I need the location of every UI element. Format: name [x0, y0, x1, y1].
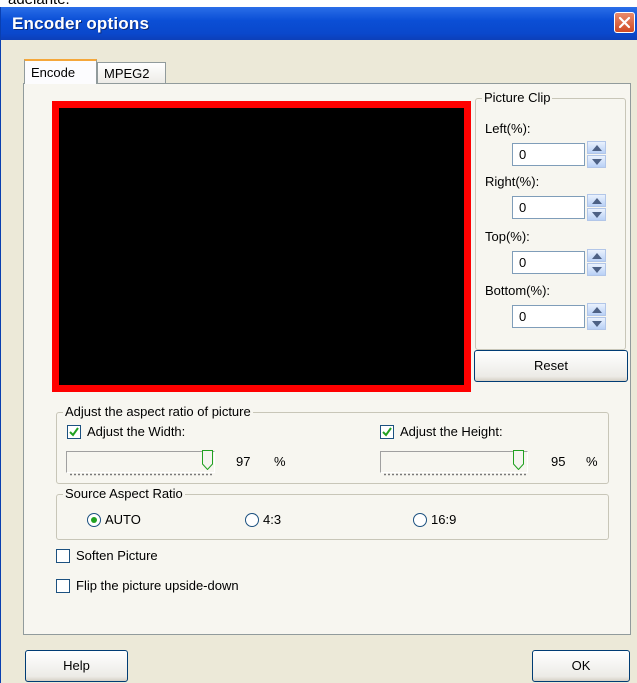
top-clip-label: Top(%): [485, 229, 530, 244]
arrow-down-icon [592, 321, 602, 327]
checkmark-icon [382, 427, 392, 437]
checkmark-icon [69, 427, 79, 437]
width-slider-ticks [69, 473, 213, 476]
arrow-down-icon [592, 267, 602, 273]
height-slider[interactable] [380, 451, 528, 473]
left-clip-down-button[interactable] [587, 155, 606, 168]
height-value: 95 [551, 454, 566, 469]
width-slider[interactable] [66, 451, 215, 473]
radio-16-9-label: 16:9 [431, 512, 457, 527]
title-bar[interactable]: Encoder options [1, 7, 637, 40]
right-clip-down-button[interactable] [587, 208, 606, 221]
arrow-down-icon [592, 159, 602, 165]
width-slider-thumb[interactable] [202, 450, 213, 470]
height-slider-thumb[interactable] [513, 450, 524, 470]
arrow-up-icon [592, 198, 602, 204]
right-clip-label: Right(%): [485, 174, 540, 189]
arrow-down-icon [592, 212, 602, 218]
left-clip-input[interactable]: 0 [512, 143, 585, 166]
width-unit: % [274, 454, 286, 469]
bottom-clip-input[interactable]: 0 [512, 305, 585, 328]
soften-picture-checkbox[interactable] [56, 549, 70, 563]
adjust-height-checkbox[interactable] [380, 425, 394, 439]
bottom-clip-down-button[interactable] [587, 317, 606, 330]
height-slider-ticks [383, 473, 527, 476]
tab-mpeg2[interactable]: MPEG2 [97, 62, 166, 84]
radio-auto[interactable] [87, 513, 101, 527]
left-clip-up-button[interactable] [587, 141, 606, 154]
arrow-up-icon [592, 253, 602, 259]
reset-button[interactable]: Reset [474, 350, 628, 382]
aspect-ratio-group-label: Adjust the aspect ratio of picture [63, 404, 253, 419]
bottom-clip-label: Bottom(%): [485, 283, 551, 298]
radio-16-9[interactable] [413, 513, 427, 527]
bottom-clip-up-button[interactable] [587, 303, 606, 316]
flip-picture-label: Flip the picture upside-down [76, 578, 239, 593]
radio-auto-label: AUTO [105, 512, 141, 527]
arrow-up-icon [592, 307, 602, 313]
help-button[interactable]: Help [25, 650, 128, 682]
right-clip-up-button[interactable] [587, 194, 606, 207]
top-clip-up-button[interactable] [587, 249, 606, 262]
adjust-width-checkbox[interactable] [67, 425, 81, 439]
close-icon [618, 16, 631, 29]
adjust-height-label: Adjust the Height: [400, 424, 503, 439]
window-title: Encoder options [12, 14, 150, 33]
bottom-clip-spinner[interactable] [587, 303, 606, 330]
radio-4-3[interactable] [245, 513, 259, 527]
top-clip-input[interactable]: 0 [512, 251, 585, 274]
radio-4-3-label: 4:3 [263, 512, 282, 527]
adjust-width-label: Adjust the Width: [87, 424, 186, 439]
height-unit: % [586, 454, 598, 469]
left-clip-spinner[interactable] [587, 141, 606, 168]
flip-picture-checkbox[interactable] [56, 579, 70, 593]
source-aspect-group-label: Source Aspect Ratio [63, 486, 185, 501]
soften-picture-label: Soften Picture [76, 548, 158, 563]
right-clip-spinner[interactable] [587, 194, 606, 221]
tab-encode[interactable]: Encode [24, 59, 97, 84]
left-clip-label: Left(%): [485, 121, 531, 136]
encoder-options-dialog: Encoder options Encode MPEG2 Picture Cli… [0, 7, 637, 683]
right-clip-input[interactable]: 0 [512, 196, 585, 219]
top-clip-spinner[interactable] [587, 249, 606, 276]
width-value: 97 [236, 454, 251, 469]
top-clip-down-button[interactable] [587, 263, 606, 276]
video-preview [52, 101, 471, 392]
arrow-up-icon [592, 145, 602, 151]
picture-clip-group-label: Picture Clip [482, 90, 553, 105]
radio-selected-dot [91, 517, 97, 523]
ok-button[interactable]: OK [532, 650, 630, 682]
close-button[interactable] [614, 12, 635, 33]
